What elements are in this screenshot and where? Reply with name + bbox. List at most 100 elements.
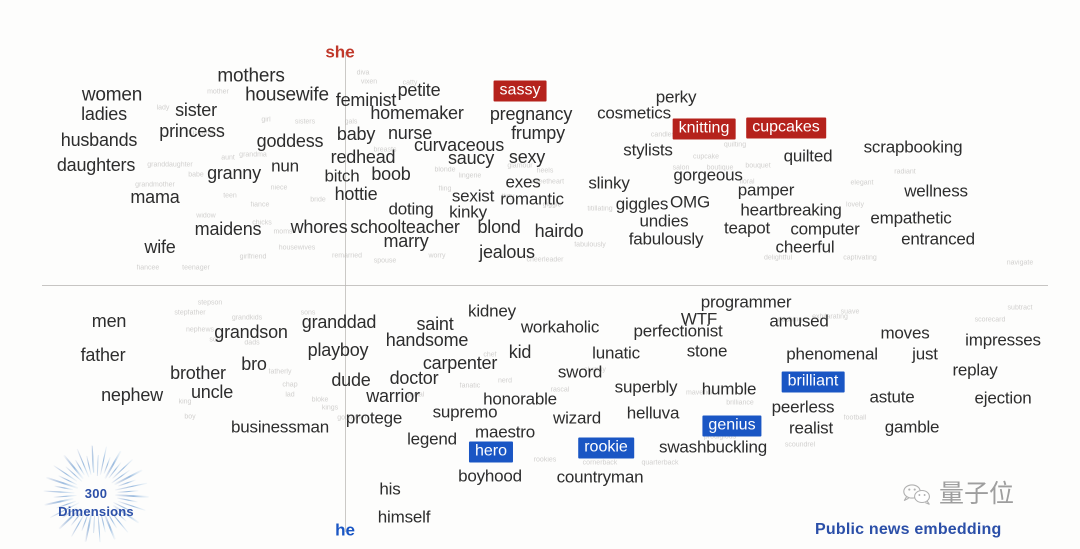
background-word: nerd (497, 377, 513, 385)
background-word: vixen (360, 78, 378, 86)
embedding-word: dude (331, 370, 371, 390)
background-word: fiancee (136, 264, 160, 272)
background-word: football (843, 414, 867, 422)
embedding-word: wife (144, 237, 176, 257)
background-word: diva (356, 69, 370, 77)
embedding-word: jealous (479, 242, 535, 262)
embedding-word: phenomenal (786, 344, 878, 364)
background-word: worry (428, 252, 446, 260)
embedding-word: mama (130, 187, 180, 207)
embedding-word: his (379, 479, 401, 499)
highlighted-word: brilliant (781, 371, 845, 393)
embedding-word: warrior (366, 386, 420, 406)
embedding-word: realist (789, 418, 833, 438)
background-word: stepson (197, 299, 223, 307)
embedding-word: businessman (231, 417, 329, 437)
embedding-word: slinky (588, 173, 630, 193)
embedding-word: sister (175, 100, 217, 120)
embedding-word: baby (336, 124, 376, 144)
background-word: quarterback (641, 459, 679, 467)
background-word: lovely (846, 201, 864, 209)
background-word: fling (438, 185, 452, 193)
embedding-word: handsome (385, 330, 469, 350)
background-word: bride (310, 196, 326, 204)
embedding-word: humble (701, 379, 757, 399)
embedding-word: brother (170, 363, 226, 383)
background-word: cupcake (692, 153, 720, 161)
embedding-word: father (80, 345, 126, 365)
embedding-word: replay (952, 360, 998, 380)
embedding-word: petite (397, 80, 441, 100)
background-word: housewives (278, 244, 316, 252)
background-word: lingerie (458, 172, 482, 180)
embedding-word: heartbreaking (740, 200, 842, 220)
embedding-word: cosmetics (597, 103, 671, 123)
embedding-word: marry (383, 231, 429, 251)
embedding-word: entranced (901, 229, 975, 249)
embedding-word: uncle (190, 382, 234, 402)
embedding-word: hottie (334, 184, 378, 204)
embedding-word: saucy (447, 148, 495, 168)
embedding-word: programmer (700, 292, 792, 312)
embedding-word: sexy (508, 147, 546, 167)
background-word: scoundrel (784, 441, 816, 449)
embedding-word: countryman (556, 467, 644, 487)
background-word: boy (184, 413, 196, 421)
background-word: scorecard (974, 316, 1006, 324)
embedding-word: scrapbooking (863, 137, 963, 157)
background-word: quilting (723, 141, 747, 149)
embedding-word: himself (377, 507, 431, 527)
embedding-word: exes (505, 172, 541, 192)
embedding-word: workaholic (520, 317, 600, 337)
embedding-word: sword (557, 362, 603, 382)
background-word: navigate (1006, 259, 1034, 267)
background-word: cornerback (582, 459, 618, 467)
embedding-word: husbands (60, 130, 138, 150)
embedding-word: just (912, 344, 938, 364)
highlighted-word: hero (468, 441, 514, 463)
watermark-text: 量子位 (939, 479, 1015, 508)
embedding-word: peerless (771, 397, 835, 417)
background-word: teenager (182, 264, 210, 272)
embedding-word: whores (290, 217, 348, 237)
background-word: aunt (221, 154, 235, 162)
horizontal-axis-line (42, 285, 1048, 286)
embedding-word: moves (880, 323, 930, 343)
axis-label-she: she (325, 42, 355, 62)
embedding-word: nun (271, 156, 299, 176)
background-word: subtract (1007, 304, 1033, 312)
highlighted-word: cupcakes (746, 117, 826, 139)
embedding-word: wizard (553, 408, 601, 428)
embedding-word: protege (345, 408, 403, 428)
background-word: bouquet (745, 162, 771, 170)
embedding-word: fabulously (628, 229, 704, 249)
background-word: candles (650, 131, 676, 139)
background-word: chap (282, 381, 298, 389)
background-word: elegant (850, 179, 874, 187)
highlighted-word: sassy (493, 80, 547, 102)
background-word: fanatic (459, 382, 481, 390)
background-word: stepfather (174, 309, 206, 317)
background-word: grandma (239, 151, 267, 159)
background-word: nephews (185, 326, 215, 334)
embedding-word: supremo (432, 402, 498, 422)
background-word: radiant (894, 168, 916, 176)
embedding-word: impresses (965, 330, 1041, 350)
wechat-watermark: 量子位 (902, 481, 1014, 506)
background-word: niece (270, 184, 288, 192)
embedding-word: empathetic (870, 208, 952, 228)
embedding-word: frumpy (511, 123, 565, 143)
background-word: titillating (587, 205, 613, 213)
background-word: fabulously (574, 241, 606, 249)
embedding-word: mothers (217, 65, 285, 87)
embedding-word: teapot (723, 218, 771, 238)
background-word: fatherly (268, 368, 292, 376)
embedding-word: kidney (468, 301, 516, 321)
background-word: teen (223, 192, 237, 200)
embedding-word: boob (371, 164, 411, 184)
embedding-word: doting (388, 199, 434, 219)
dimensions-starburst-badge: 300 Dimensions (8, 440, 184, 549)
background-word: rookies (533, 456, 557, 464)
embedding-word: doctor (389, 368, 439, 388)
embedding-word: ladies (81, 104, 127, 124)
